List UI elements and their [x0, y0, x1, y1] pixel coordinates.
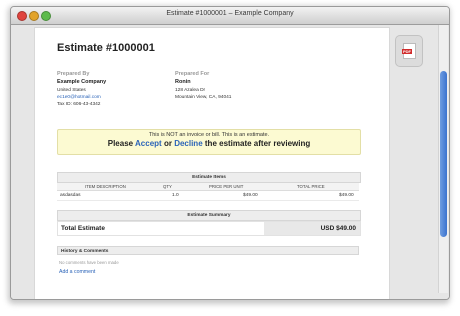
scrollbar-thumb[interactable] — [440, 71, 447, 237]
add-comment-link[interactable]: Add a comment — [59, 269, 95, 275]
table-row: asdasdas 1.0 $49.00 $49.00 — [57, 192, 359, 201]
prepared-for-name: Ronin — [175, 79, 191, 85]
row-price: $49.00 — [243, 193, 258, 198]
col-qty: QTY — [163, 184, 172, 189]
row-qty: 1.0 — [172, 193, 179, 198]
total-estimate-label: Total Estimate — [61, 225, 105, 232]
notice-or: or — [163, 139, 172, 148]
window-title: Estimate #1000001 – Example Company — [166, 10, 294, 17]
content-area: Estimate #1000001 Prepared By Example Co… — [11, 25, 449, 299]
prepared-for-street: 128 Azalea Dr — [175, 88, 206, 93]
prepared-by-label: Prepared By — [57, 71, 90, 77]
pdf-icon: PDF — [402, 43, 416, 59]
estimate-document: Estimate #1000001 Prepared By Example Co… — [34, 27, 390, 299]
vertical-scrollbar[interactable] — [438, 25, 448, 293]
prepared-by-email-link[interactable]: ec1e0@hotmail.com — [57, 95, 101, 100]
col-price-per-unit: PRICE PER UNIT — [209, 184, 244, 189]
notice-rest: the estimate after reviewing — [204, 139, 311, 148]
accept-link[interactable]: Accept — [135, 139, 162, 148]
row-total: $49.00 — [339, 193, 354, 198]
prepared-by-country: United States — [57, 88, 86, 93]
pdf-download-button[interactable]: PDF — [395, 35, 423, 67]
notice-please: Please — [107, 139, 134, 148]
col-total-price: TOTAL PRICE — [297, 184, 325, 189]
summary-row: Total Estimate USD $49.00 — [57, 221, 361, 236]
decline-link[interactable]: Decline — [174, 139, 202, 148]
prepared-for-label: Prepared For — [175, 71, 210, 77]
estimate-title: Estimate #1000001 — [57, 42, 155, 54]
items-table-header: ITEM DESCRIPTION QTY PRICE PER UNIT TOTA… — [57, 183, 359, 191]
notice-text: This is NOT an invoice or bill. This is … — [148, 132, 270, 138]
no-comments-text: No comments have been made — [59, 260, 119, 265]
prepared-by-name: Example Company — [57, 79, 107, 85]
estimate-summary-header: Estimate Summary — [57, 210, 361, 221]
total-estimate-box: USD $49.00 — [264, 222, 360, 235]
col-item-description: ITEM DESCRIPTION — [85, 184, 126, 189]
app-window: Estimate #1000001 – Example Company Esti… — [10, 6, 450, 300]
prepared-for-city: Mountain View, CA, 94041 — [175, 95, 232, 100]
row-description: asdasdas — [60, 193, 81, 198]
estimate-notice: This is NOT an invoice or bill. This is … — [57, 129, 361, 155]
prepared-by-tax-id: Tax ID: 606-43-4342 — [57, 102, 101, 107]
history-header: History & Comments — [57, 246, 359, 255]
title-bar[interactable]: Estimate #1000001 – Example Company — [11, 7, 449, 25]
total-estimate-value: USD $49.00 — [320, 225, 356, 232]
estimate-items-header: Estimate Items — [57, 172, 361, 183]
notice-action-line: Please Accept or Decline the estimate af… — [58, 139, 360, 148]
